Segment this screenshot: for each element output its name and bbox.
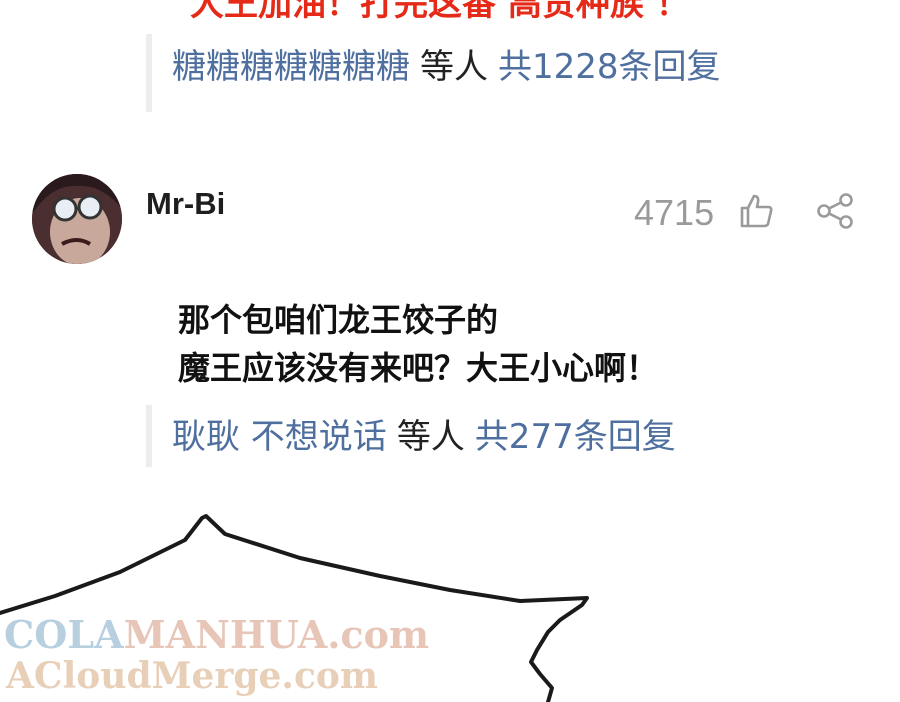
reply-indent-bar (146, 34, 152, 112)
previous-comment-text: 大王加油！打完这番 高贵种族 ！ (190, 0, 690, 24)
comment-text: 那个包咱们龙王饺子的 魔王应该没有来吧？大王小心啊！ (178, 296, 658, 392)
avatar[interactable] (32, 174, 122, 264)
like-count: 4715 (634, 192, 715, 233)
watermark-cola: COLA (4, 612, 124, 657)
reply-summary[interactable]: 糖糖糖糖糖糖糖 等人 共1228条回复 (172, 50, 721, 84)
reply-indent-bar (146, 405, 152, 467)
thumbs-up-icon[interactable] (738, 193, 774, 229)
comment-line: 那个包咱们龙王饺子的 (178, 301, 499, 339)
share-icon[interactable] (815, 193, 855, 229)
reply-user-names[interactable]: 糖糖糖糖糖糖糖 (172, 47, 410, 87)
watermark-acloudmerge: ACloudMerge.com (6, 655, 378, 697)
reply-others-label: 等人 (420, 47, 488, 87)
watermark-manhua: MANHUA.com (123, 612, 430, 657)
reply-summary[interactable]: 耿耿 不想说话 等人 共277条回复 (172, 420, 676, 454)
reply-count-link[interactable]: 共277条回复 (475, 417, 676, 457)
watermark-colamanhua: COLAMANHUA.com (4, 612, 429, 657)
reply-others-label: 等人 (396, 417, 465, 457)
reply-count-link[interactable]: 共1228条回复 (498, 47, 721, 87)
reply-user-names[interactable]: 耿耿 不想说话 (172, 417, 387, 457)
username[interactable]: Mr-Bi (146, 186, 225, 222)
comment-line: 魔王应该没有来吧？大王小心啊！ (178, 349, 659, 387)
